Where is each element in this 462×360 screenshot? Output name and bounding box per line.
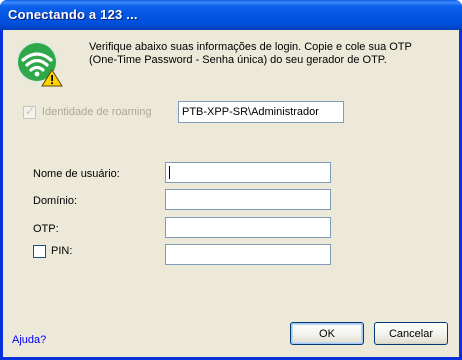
roaming-identity-checkbox[interactable]: ✓ bbox=[23, 104, 36, 119]
dialog-body: Verifique abaixo suas informações de log… bbox=[3, 30, 459, 357]
username-input[interactable] bbox=[165, 162, 331, 183]
otp-input[interactable] bbox=[165, 217, 331, 238]
text-caret bbox=[169, 166, 170, 179]
pin-input[interactable] bbox=[165, 244, 331, 265]
domain-label: Domínio: bbox=[33, 195, 78, 207]
wireless-warning-icon bbox=[16, 41, 63, 87]
checkmark-icon: ✓ bbox=[25, 104, 36, 118]
window-title: Conectando a 123 ... bbox=[8, 7, 138, 22]
pin-checkbox[interactable] bbox=[33, 245, 46, 258]
intro-message: Verifique abaixo suas informações de log… bbox=[89, 41, 412, 66]
username-label: Nome de usuário: bbox=[33, 168, 120, 180]
roaming-identity-field[interactable]: PTB-XPP-SR\Administrador bbox=[178, 101, 344, 123]
cancel-button[interactable]: Cancelar bbox=[374, 322, 448, 345]
otp-label: OTP: bbox=[33, 223, 59, 235]
ok-button[interactable]: OK bbox=[290, 322, 364, 345]
help-link[interactable]: Ajuda? bbox=[12, 334, 46, 346]
roaming-identity-label: Identidade de roaming bbox=[42, 106, 152, 118]
domain-input[interactable] bbox=[165, 189, 331, 210]
pin-label: PIN: bbox=[51, 245, 73, 257]
title-bar[interactable]: Conectando a 123 ... bbox=[0, 0, 462, 30]
dialog-window: Conectando a 123 ... Verifique abaixo su… bbox=[0, 0, 462, 360]
